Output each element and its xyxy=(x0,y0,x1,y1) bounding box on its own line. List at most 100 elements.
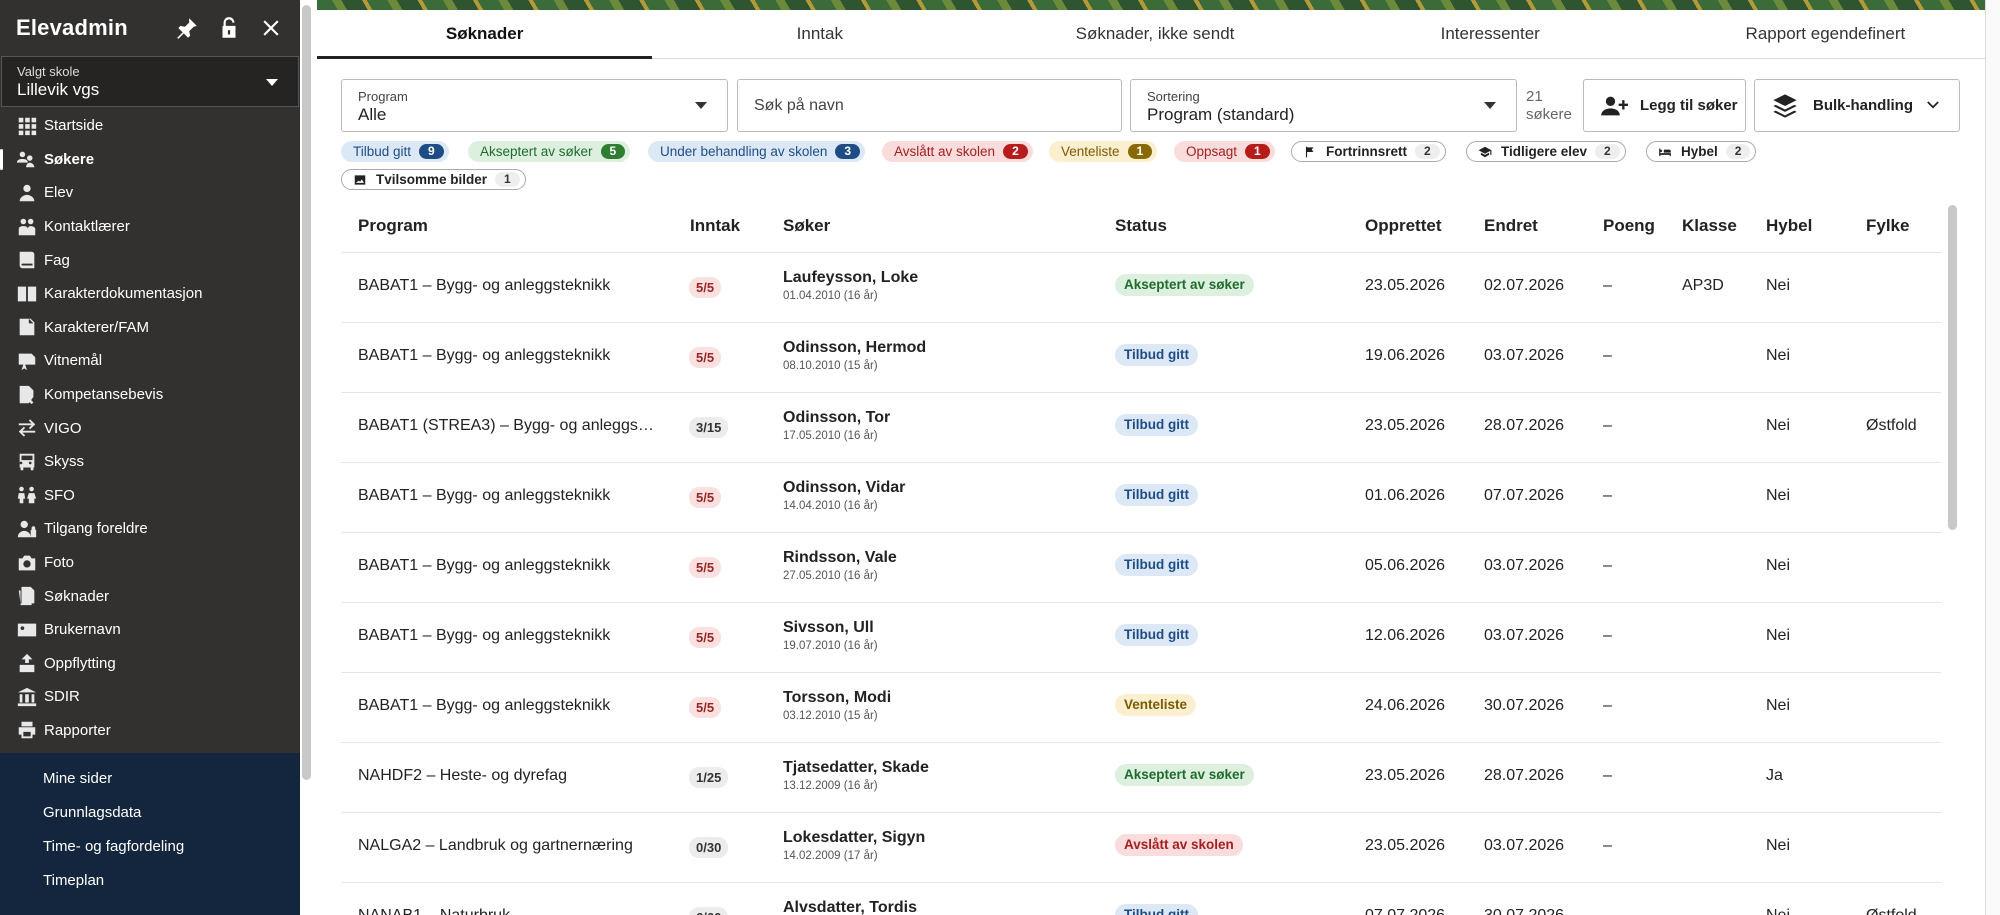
column-header-program[interactable]: Program xyxy=(358,216,428,236)
table-row[interactable]: NAHDF2 – Heste- og dyrefag 1/25 Tjatsedatt… xyxy=(341,742,1941,812)
column-header-klasse[interactable]: Klasse xyxy=(1682,216,1737,236)
cell-soker: Laufeysson, Loke 01.04.2010 (16 år) xyxy=(783,269,918,302)
close-icon[interactable] xyxy=(258,15,284,41)
applicant-name[interactable]: Odinsson, Tor xyxy=(783,409,890,427)
sidebar-scrollbar[interactable] xyxy=(302,5,311,780)
chip-avslatt-av-skolen[interactable]: Avslått av skolen 2 xyxy=(882,141,1033,162)
sidebar-item-søkere[interactable]: Søkere xyxy=(0,143,300,177)
sidebar-item-tilgang-foreldre[interactable]: Tilgang foreldre xyxy=(0,512,300,546)
applicant-birthdate: 01.04.2010 (16 år) xyxy=(783,290,878,302)
column-header-fylke[interactable]: Fylke xyxy=(1866,216,1909,236)
column-header-soker[interactable]: Søker xyxy=(783,216,830,236)
applicant-name[interactable]: Rindsson, Vale xyxy=(783,549,897,567)
table-row[interactable]: NANAB1 – Naturbruk 6/60 Alvsdatter, Tordis… xyxy=(341,882,1941,915)
cell-hybel: Nei xyxy=(1766,837,1791,854)
link-timeplan[interactable]: Timeplan xyxy=(0,863,300,897)
chip-count: 1 xyxy=(495,172,520,187)
cell-program: NALGA2 – Landbruk og gartnernæring xyxy=(358,837,633,854)
chip-oppsagt[interactable]: Oppsagt 1 xyxy=(1174,141,1275,162)
applicant-name[interactable]: Torsson, Modi xyxy=(783,689,891,707)
chip-under-behandling[interactable]: Under behandling av skolen 3 xyxy=(648,141,866,162)
link-mine-sider[interactable]: Mine sider xyxy=(0,761,300,795)
link-grunnlagsdata[interactable]: Grunnlagsdata xyxy=(0,795,300,829)
applicant-name[interactable]: Sivsson, Ull xyxy=(783,619,878,637)
table-row[interactable]: BABAT1 – Bygg- og anleggsteknikk 5/5 Torss… xyxy=(341,672,1941,742)
table-row[interactable]: BABAT1 – Bygg- og anleggsteknikk 5/5 Odins… xyxy=(341,462,1941,532)
cell-hybel: Nei xyxy=(1766,487,1791,504)
sidebar: Elevadmin Valgt skole Lillevik vgs Start… xyxy=(0,0,300,915)
school-selector[interactable]: Valgt skole Lillevik vgs xyxy=(1,56,299,107)
sidebar-item-sdir[interactable]: SDIR xyxy=(0,680,300,714)
column-header-poeng[interactable]: Poeng xyxy=(1603,216,1655,236)
cell-opprettet: 07.07.2026 xyxy=(1365,907,1445,915)
applicant-name[interactable]: Odinsson, Vidar xyxy=(783,479,905,497)
chip-hybel[interactable]: Hybel 2 xyxy=(1646,141,1757,162)
sidebar-item-elev[interactable]: Elev xyxy=(0,176,300,210)
program-select[interactable]: Program Alle xyxy=(341,79,728,132)
tab-rapport-egendefinert[interactable]: Rapport egendefinert xyxy=(1658,10,1993,58)
sidebar-item-label: Rapporter xyxy=(44,721,111,739)
table-row[interactable]: BABAT1 – Bygg- og anleggsteknikk 5/5 Odins… xyxy=(341,322,1941,392)
column-header-hybel[interactable]: Hybel xyxy=(1766,216,1812,236)
sidebar-item-karakterer-fam[interactable]: Karakterer/FAM xyxy=(0,311,300,345)
applicant-name[interactable]: Alvsdatter, Tordis xyxy=(783,899,917,915)
add-applicant-button[interactable]: Legg til søker xyxy=(1583,79,1746,132)
sidebar-item-karakterdokumentasjon[interactable]: Karakterdokumentasjon xyxy=(0,277,300,311)
chip-tilbud-gitt[interactable]: Tilbud gitt 9 xyxy=(341,141,449,162)
children-icon xyxy=(17,487,37,504)
cell-program: BABAT1 (STREA3) – Bygg- og anleggsteknik… xyxy=(358,417,658,434)
tab-inntak[interactable]: Inntak xyxy=(652,10,987,58)
applicant-name[interactable]: Lokesdatter, Sigyn xyxy=(783,829,925,847)
chevron-down-icon xyxy=(266,79,278,86)
chip-fortrinnsrett[interactable]: Fortrinnsrett 2 xyxy=(1291,141,1446,162)
sidebar-item-vigo[interactable]: VIGO xyxy=(0,411,300,445)
applications-icon xyxy=(18,586,35,606)
column-header-opprettet[interactable]: Opprettet xyxy=(1365,216,1442,236)
tab-soknader[interactable]: Søknader xyxy=(317,10,653,59)
chip-label: Tilbud gitt xyxy=(353,144,412,159)
sidebar-item-rapporter[interactable]: Rapporter xyxy=(0,714,300,748)
sidebar-item-fag[interactable]: Fag xyxy=(0,243,300,277)
chip-akseptert-av-soker[interactable]: Akseptert av søker 5 xyxy=(468,141,631,162)
tab-soknader-ikke-sendt[interactable]: Søknader, ikke sendt xyxy=(987,10,1322,58)
applicant-name[interactable]: Odinsson, Hermod xyxy=(783,339,926,357)
column-header-endret[interactable]: Endret xyxy=(1484,216,1538,236)
search-input[interactable] xyxy=(737,79,1122,132)
id-card-icon xyxy=(17,623,37,637)
table-row[interactable]: BABAT1 – Bygg- og anleggsteknikk 5/5 Rinds… xyxy=(341,532,1941,602)
sidebar-item-vitnemål[interactable]: Vitnemål xyxy=(0,344,300,378)
applicant-name[interactable]: Laufeysson, Loke xyxy=(783,269,918,287)
table-row[interactable]: BABAT1 – Bygg- og anleggsteknikk 5/5 Laufe… xyxy=(341,252,1941,322)
table-row[interactable]: BABAT1 (STREA3) – Bygg- og anleggsteknik… xyxy=(341,392,1941,462)
sidebar-item-oppflytting[interactable]: Oppflytting xyxy=(0,647,300,681)
sidebar-item-søknader[interactable]: Søknader xyxy=(0,579,300,613)
sidebar-item-startside[interactable]: Startside xyxy=(0,109,300,143)
pin-icon[interactable] xyxy=(174,15,200,41)
bulk-action-button[interactable]: Bulk-handling xyxy=(1754,79,1960,132)
applicant-birthdate: 14.04.2010 (16 år) xyxy=(783,500,878,512)
column-header-inntak[interactable]: Inntak xyxy=(690,216,740,236)
sidebar-item-skyss[interactable]: Skyss xyxy=(0,445,300,479)
sort-select[interactable]: Sortering Program (standard) xyxy=(1130,79,1517,132)
sidebar-item-kontaktlærer[interactable]: Kontaktlærer xyxy=(0,210,300,244)
chip-label: Hybel xyxy=(1681,144,1718,159)
tab-interessenter[interactable]: Interessenter xyxy=(1323,10,1658,58)
column-header-status[interactable]: Status xyxy=(1115,216,1167,236)
chip-tidligere-elev[interactable]: Tidligere elev 2 xyxy=(1466,141,1626,162)
sidebar-item-brukernavn[interactable]: Brukernavn xyxy=(0,613,300,647)
sidebar-item-foto[interactable]: Foto xyxy=(0,546,300,580)
cell-opprettet: 23.05.2026 xyxy=(1365,277,1446,294)
chip-venteliste[interactable]: Venteliste 1 xyxy=(1049,141,1158,162)
table-scrollbar[interactable] xyxy=(1948,205,1957,530)
table-row[interactable]: BABAT1 – Bygg- og anleggsteknikk 5/5 Sivss… xyxy=(341,602,1941,672)
cell-poeng: – xyxy=(1603,697,1612,714)
cell-opprettet: 05.06.2026 xyxy=(1365,557,1446,574)
unlock-icon[interactable] xyxy=(216,15,242,41)
link-time-og-fagfordeling[interactable]: Time- og fagfordeling xyxy=(0,829,300,863)
table-row[interactable]: NALGA2 – Landbruk og gartnernæring 0/30 Lo… xyxy=(341,812,1941,882)
sidebar-item-kompetansebevis[interactable]: Kompetansebevis xyxy=(0,378,300,412)
cell-endret: 02.07.2026 xyxy=(1484,277,1565,294)
applicant-name[interactable]: Tjatsedatter, Skade xyxy=(783,759,929,777)
chip-tvilsomme-bilder[interactable]: Tvilsomme bilder 1 xyxy=(341,169,526,190)
sidebar-item-sfo[interactable]: SFO xyxy=(0,479,300,513)
